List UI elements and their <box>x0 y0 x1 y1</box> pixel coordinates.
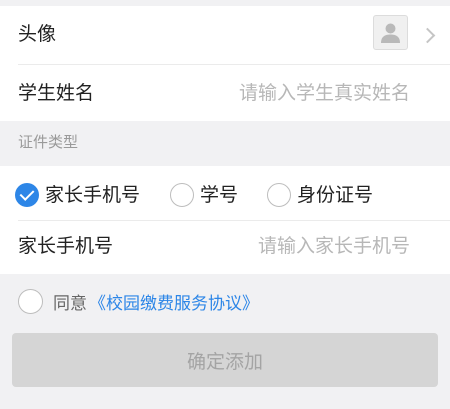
radio-parent-phone[interactable]: 家长手机号 <box>15 181 140 209</box>
student-name-row: 学生姓名 <box>0 65 450 121</box>
parent-phone-input[interactable] <box>190 233 410 259</box>
user-placeholder-icon <box>381 23 400 43</box>
student-name-label: 学生姓名 <box>18 82 95 104</box>
radio-label: 家长手机号 <box>45 183 141 206</box>
radio-label: 学号 <box>200 183 239 206</box>
student-name-input[interactable] <box>190 80 410 106</box>
avatar[interactable] <box>373 15 408 50</box>
agreement-checkbox[interactable] <box>18 288 43 314</box>
confirm-add-button[interactable]: 确定添加 <box>12 333 438 387</box>
profile-group: 头像 学生姓名 <box>0 6 450 121</box>
radio-id-card[interactable]: 身份证号 <box>267 181 373 209</box>
radio-label: 身份证号 <box>297 183 374 206</box>
avatar-label: 头像 <box>18 23 57 45</box>
radio-student-id[interactable]: 学号 <box>170 181 238 209</box>
avatar-row[interactable]: 头像 <box>0 6 450 64</box>
radio-checked-icon[interactable] <box>15 183 39 207</box>
radio-unchecked-icon[interactable] <box>267 183 291 207</box>
parent-phone-label: 家长手机号 <box>18 235 114 257</box>
parent-phone-row: 家长手机号 <box>0 221 450 274</box>
id-type-section-title: 证件类型 <box>18 133 79 151</box>
chevron-right-icon <box>419 27 436 44</box>
radio-unchecked-icon[interactable] <box>170 183 194 207</box>
agreement-link[interactable]: 《校园缴费服务协议》 <box>89 289 259 314</box>
agreement-row: 同意 《校园缴费服务协议》 <box>18 288 259 314</box>
agreement-text: 同意 <box>53 293 87 314</box>
